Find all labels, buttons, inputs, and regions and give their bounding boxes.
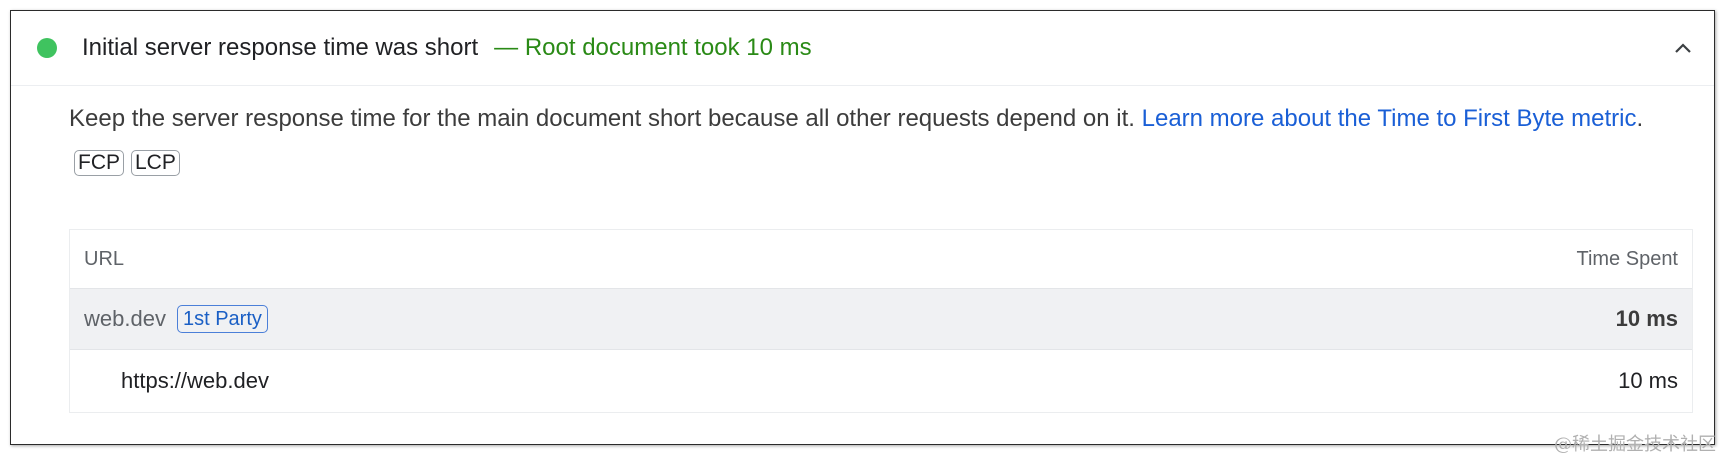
table-row: https://web.dev 10 ms <box>70 350 1692 412</box>
metric-chip-fcp: FCP <box>74 150 124 176</box>
row-url[interactable]: https://web.dev <box>84 368 269 394</box>
watermark-text: @稀土掘金技术社区 <box>1554 434 1716 455</box>
audit-description: Keep the server response time for the ma… <box>69 97 1679 185</box>
audit-summary: — Root document took 10 ms <box>494 34 812 61</box>
entity-group-cell: web.dev 1st Party <box>84 305 268 333</box>
metric-chip-lcp: LCP <box>131 150 180 176</box>
entity-group-row: web.dev 1st Party 10 ms <box>70 288 1692 350</box>
chevron-up-icon[interactable] <box>1674 39 1692 57</box>
row-time-spent: 10 ms <box>1618 368 1678 393</box>
learn-more-link[interactable]: Learn more about the Time to First Byte … <box>1142 105 1637 132</box>
column-header-time-spent: Time Spent <box>1576 247 1678 270</box>
description-text: Keep the server response time for the ma… <box>69 105 1142 132</box>
entity-name: web.dev <box>84 306 166 331</box>
details-table: URL Time Spent web.dev 1st Party 10 ms h… <box>69 229 1693 413</box>
description-suffix: . <box>1636 105 1644 132</box>
column-header-url: URL <box>84 247 125 270</box>
audit-panel: Initial server response time was short —… <box>10 10 1715 445</box>
first-party-badge: 1st Party <box>176 305 268 333</box>
audit-title: Initial server response time was short <box>82 34 479 61</box>
audit-header[interactable]: Initial server response time was short —… <box>11 11 1714 86</box>
pass-status-icon <box>37 38 57 58</box>
table-header-row: URL Time Spent <box>70 230 1692 288</box>
entity-time-spent: 10 ms <box>1615 306 1678 331</box>
